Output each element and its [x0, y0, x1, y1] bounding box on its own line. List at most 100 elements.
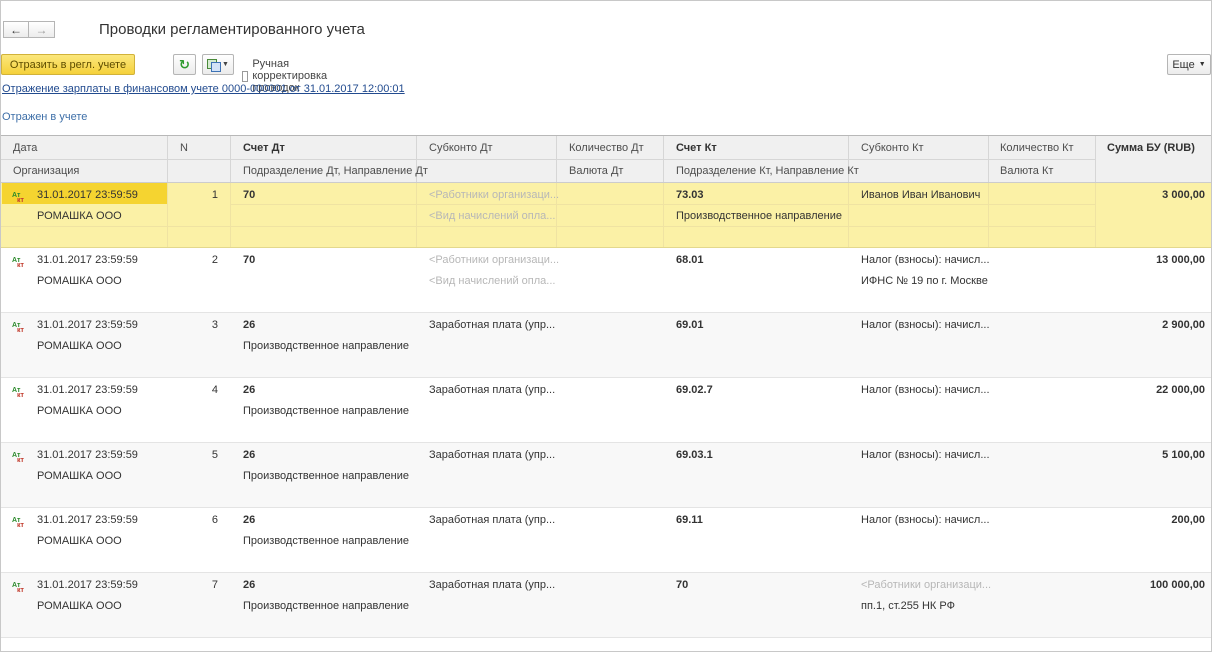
subconto-kt-2-cell: ИФНС № 19 по г. Москве: [861, 275, 988, 287]
table-row[interactable]: Ат кт 31.01.2017 23:59:59 РОМАШКА ООО 6 26 Про…: [1, 508, 1211, 573]
subconto-dt-cell: Заработная плата (упр...: [429, 579, 556, 591]
account-kt-cell: 73.03: [676, 189, 704, 201]
organization-cell: РОМАШКА ООО: [37, 535, 122, 547]
account-dt-cell: 70: [243, 254, 256, 266]
organization-cell: РОМАШКА ООО: [37, 275, 122, 287]
debit-credit-icon: Ат кт: [12, 192, 24, 204]
documents-dropdown-button[interactable]: ▼: [202, 54, 234, 75]
subconto-kt-cell: Налог (взносы): начисл...: [861, 514, 990, 526]
header-subdivision-dt[interactable]: Подразделение Дт, Направление Дт: [243, 165, 428, 177]
reflect-in-accounting-button[interactable]: Отразить в регл. учете: [1, 54, 135, 75]
chevron-down-icon: ▼: [1198, 61, 1206, 68]
n-cell: 7: [211, 579, 218, 591]
subconto-dt-cell: Заработная плата (упр...: [429, 384, 556, 396]
documents-icon: [207, 59, 222, 72]
header-quantity-kt[interactable]: Количество Кт: [1000, 142, 1074, 154]
header-account-kt[interactable]: Счет Кт: [676, 142, 717, 154]
header-sum[interactable]: Сумма БУ (RUB): [1107, 142, 1195, 154]
debit-credit-icon: Ат кт: [12, 452, 24, 464]
page-title: Проводки регламентированного учета: [99, 21, 365, 38]
table-row[interactable]: Ат кт 31.01.2017 23:59:59 РОМАШКА ООО 2 70 <Ра…: [1, 248, 1211, 313]
header-n[interactable]: N: [180, 142, 188, 154]
n-cell: 6: [211, 514, 218, 526]
n-cell: 3: [211, 319, 218, 331]
sum-cell: 13 000,00: [1156, 254, 1205, 266]
document-link[interactable]: Отражение зарплаты в финансовом учете 00…: [2, 83, 405, 95]
date-cell: 31.01.2017 23:59:59: [37, 384, 138, 396]
date-cell: 31.01.2017 23:59:59: [37, 449, 138, 461]
account-dt-cell: 26: [243, 449, 256, 461]
subdivision-dt-cell: Производственное направление: [243, 470, 410, 482]
organization-cell: РОМАШКА ООО: [37, 600, 122, 612]
subconto-dt-cell: <Работники организаци...: [429, 189, 560, 201]
table-row[interactable]: Ат кт 31.01.2017 23:59:59 РОМАШКА ООО 5 26 Про…: [1, 443, 1211, 508]
subconto-kt-cell: Налог (взносы): начисл...: [861, 319, 990, 331]
debit-credit-icon: Ат кт: [12, 517, 24, 529]
date-cell: 31.01.2017 23:59:59: [37, 319, 138, 331]
header-currency-dt[interactable]: Валюта Дт: [569, 165, 623, 177]
table-row[interactable]: Ат кт 31.01.2017 23:59:59 РОМАШКА ООО 1 70 <Ра…: [1, 183, 1211, 248]
subdivision-dt-cell: Производственное направление: [243, 405, 410, 417]
account-kt-cell: 69.03.1: [676, 449, 713, 461]
subconto-kt-cell: Иванов Иван Иванович: [861, 189, 981, 201]
subdivision-dt-cell: Производственное направление: [243, 600, 410, 612]
subconto-dt-cell: Заработная плата (упр...: [429, 449, 556, 461]
subconto-dt-cell: <Работники организаци...: [429, 254, 560, 266]
organization-cell: РОМАШКА ООО: [37, 210, 122, 222]
back-button[interactable]: ←: [3, 21, 29, 38]
subconto-kt-cell: Налог (взносы): начисл...: [861, 384, 990, 396]
organization-cell: РОМАШКА ООО: [37, 470, 122, 482]
n-cell: 5: [211, 449, 218, 461]
date-cell: 31.01.2017 23:59:59: [37, 514, 138, 526]
organization-cell: РОМАШКА ООО: [37, 340, 122, 352]
account-kt-cell: 70: [676, 579, 689, 591]
chevron-down-icon: ▼: [222, 61, 229, 68]
subconto-dt-cell: Заработная плата (упр...: [429, 514, 556, 526]
organization-cell: РОМАШКА ООО: [37, 405, 122, 417]
header-subdivision-kt[interactable]: Подразделение Кт, Направление Кт: [676, 165, 859, 177]
n-cell: 4: [211, 384, 218, 396]
sum-cell: 100 000,00: [1149, 579, 1205, 591]
forward-button[interactable]: →: [29, 21, 55, 38]
debit-credit-icon: Ат кт: [12, 582, 24, 594]
debit-credit-icon: Ат кт: [12, 322, 24, 334]
subconto-dt-cell: Заработная плата (упр...: [429, 319, 556, 331]
header-subconto-kt[interactable]: Субконто Кт: [861, 142, 924, 154]
more-button[interactable]: Еще ▼: [1167, 54, 1211, 75]
subconto-kt-2-cell: пп.1, ст.255 НК РФ: [861, 600, 955, 612]
debit-credit-icon: Ат кт: [12, 387, 24, 399]
sum-cell: 22 000,00: [1156, 384, 1205, 396]
sum-cell: 5 100,00: [1162, 449, 1205, 461]
header-subconto-dt[interactable]: Субконто Дт: [429, 142, 493, 154]
manual-correction-checkbox[interactable]: [242, 70, 249, 82]
table-row[interactable]: Ат кт 31.01.2017 23:59:59 РОМАШКА ООО 4 26 Про…: [1, 378, 1211, 443]
date-cell: 31.01.2017 23:59:59: [37, 579, 138, 591]
table-row[interactable]: Ат кт 31.01.2017 23:59:59 РОМАШКА ООО 7 26 Про…: [1, 573, 1211, 638]
navigation: ← →: [3, 21, 55, 38]
subdivision-kt-cell: Производственное направление: [676, 210, 843, 222]
account-kt-cell: 68.01: [676, 254, 704, 266]
refresh-icon: ↻: [179, 56, 190, 72]
account-kt-cell: 69.11: [676, 514, 703, 526]
header-currency-kt[interactable]: Валюта Кт: [1000, 165, 1053, 177]
account-kt-cell: 69.01: [676, 319, 704, 331]
status-text: Отражен в учете: [2, 111, 88, 123]
header-quantity-dt[interactable]: Количество Дт: [569, 142, 644, 154]
subconto-kt-cell: Налог (взносы): начисл...: [861, 254, 990, 266]
n-cell: 1: [211, 189, 218, 201]
header-date[interactable]: Дата: [13, 142, 37, 154]
table-row[interactable]: Ат кт 31.01.2017 23:59:59 РОМАШКА ООО 3 26 Про…: [1, 313, 1211, 378]
more-label: Еще: [1172, 58, 1195, 71]
account-dt-cell: 26: [243, 319, 256, 331]
subdivision-dt-cell: Производственное направление: [243, 340, 410, 352]
account-dt-cell: 26: [243, 579, 256, 591]
account-dt-cell: 70: [243, 189, 256, 201]
sum-cell: 3 000,00: [1162, 189, 1205, 201]
subconto-dt-2-cell: <Вид начислений опла...: [429, 275, 556, 287]
refresh-button[interactable]: ↻: [173, 54, 196, 75]
header-organization[interactable]: Организация: [13, 165, 79, 177]
account-dt-cell: 26: [243, 384, 256, 396]
date-cell: 31.01.2017 23:59:59: [37, 254, 138, 266]
date-cell: 31.01.2017 23:59:59: [37, 189, 138, 201]
header-account-dt[interactable]: Счет Дт: [243, 142, 285, 154]
